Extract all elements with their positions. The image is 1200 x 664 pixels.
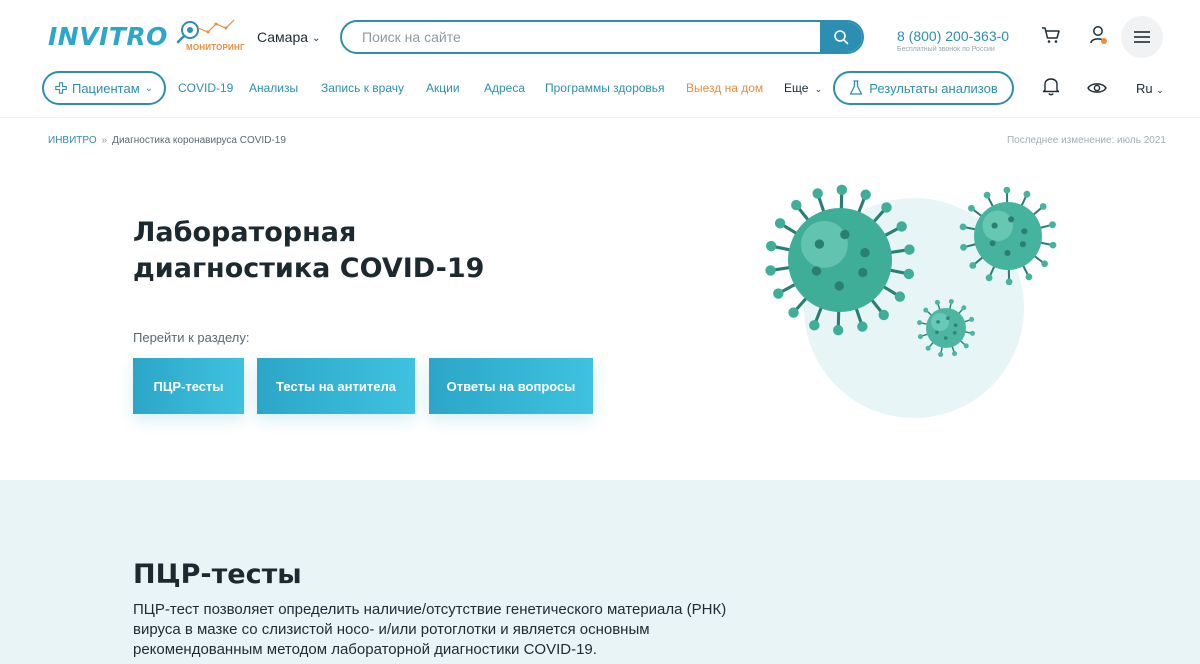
menu-button[interactable] (1121, 16, 1163, 58)
search-icon (834, 30, 849, 45)
city-label: Самара (257, 29, 309, 45)
breadcrumb-current: Диагностика коронавируса COVID-19 (112, 135, 286, 146)
nav-link-home-visit[interactable]: Выезд на дом (686, 80, 763, 96)
nav-link-programs[interactable]: Программы здоровья (545, 80, 665, 96)
pcr-section: ПЦР-тесты ПЦР-тест позволяет определить … (0, 480, 1200, 664)
nav-link-addresses[interactable]: Адреса (484, 80, 525, 96)
menu-icon (1134, 31, 1150, 43)
page-title-line-2: диагностика COVID-19 (133, 253, 485, 284)
nav-link-tests[interactable]: Анализы (249, 80, 298, 96)
breadcrumb-home-link[interactable]: ИНВИТРО (48, 135, 97, 146)
breadcrumb: ИНВИТРО » Диагностика коронавируса COVID-1… (48, 135, 286, 146)
main-nav: Пациентам ⌄ COVID-19 Анализы Запись к вр… (0, 70, 1200, 118)
chevron-down-icon: ⌄ (814, 84, 823, 94)
chevron-down-icon: ⌄ (312, 33, 321, 44)
chevron-down-icon: ⌄ (144, 82, 154, 94)
bell-icon (1042, 78, 1060, 96)
cart-button[interactable] (1040, 24, 1062, 46)
accessibility-button[interactable] (1087, 78, 1107, 98)
chevron-down-icon: ⌄ (1156, 85, 1164, 95)
account-button[interactable] (1087, 24, 1109, 46)
cart-icon (1042, 27, 1060, 43)
site-header: INVITRO МОНИТОРИНГ Самара⌄ 8 (800) 200-3… (0, 0, 1200, 70)
phone-note: Бесплатный звонок по России (897, 46, 995, 53)
search-button[interactable] (820, 22, 862, 52)
nav-link-promo[interactable]: Акции (426, 80, 460, 96)
language-label: Ru (1136, 81, 1153, 96)
patients-label: Пациентам (71, 80, 140, 96)
antibody-tests-button[interactable]: Тесты на антитела (257, 358, 415, 414)
flask-icon (850, 80, 863, 95)
search-input[interactable] (342, 22, 822, 52)
nav-link-doctor[interactable]: Запись к врачу (321, 80, 404, 96)
language-selector[interactable]: Ru ⌄ (1136, 81, 1164, 96)
pcr-tests-button[interactable]: ПЦР-тесты (133, 358, 244, 414)
more-label: Еще (784, 81, 809, 95)
faq-button[interactable]: Ответы на вопросы (429, 358, 593, 414)
virus-illustration (765, 184, 1057, 418)
notifications-button[interactable] (1041, 76, 1061, 96)
notification-dot (1101, 38, 1107, 44)
nav-link-covid[interactable]: COVID-19 (178, 80, 233, 96)
invitro-logo[interactable]: INVITRO (48, 22, 168, 52)
results-label: Результаты анализов (869, 80, 998, 96)
search-bar (340, 20, 864, 54)
city-selector[interactable]: Самара ⌄ (257, 28, 320, 48)
page-title-line-1: Лабораторная (133, 217, 357, 248)
phone-number[interactable]: 8 (800) 200-363-0 (897, 28, 1009, 45)
section-jump-label: Перейти к разделу: (133, 330, 250, 345)
section-title: ПЦР-тесты (133, 559, 302, 590)
monitoring-badge[interactable]: МОНИТОРИНГ (174, 16, 245, 56)
results-button[interactable]: Результаты анализов (833, 71, 1014, 105)
section-text: ПЦР-тест позволяет определить наличие/от… (133, 601, 727, 658)
plus-icon (55, 82, 67, 94)
patients-menu-button[interactable]: Пациентам ⌄ (42, 71, 166, 105)
nav-link-more[interactable]: Еще ⌄ (784, 80, 822, 97)
breadcrumb-separator: » (101, 135, 108, 146)
monitoring-label: МОНИТОРИНГ (186, 43, 245, 52)
page-title: Лабораторная диагностика COVID-19 (133, 215, 553, 287)
eye-icon (1087, 83, 1107, 93)
last-updated: Последнее изменение: июль 2021 (1006, 135, 1166, 146)
